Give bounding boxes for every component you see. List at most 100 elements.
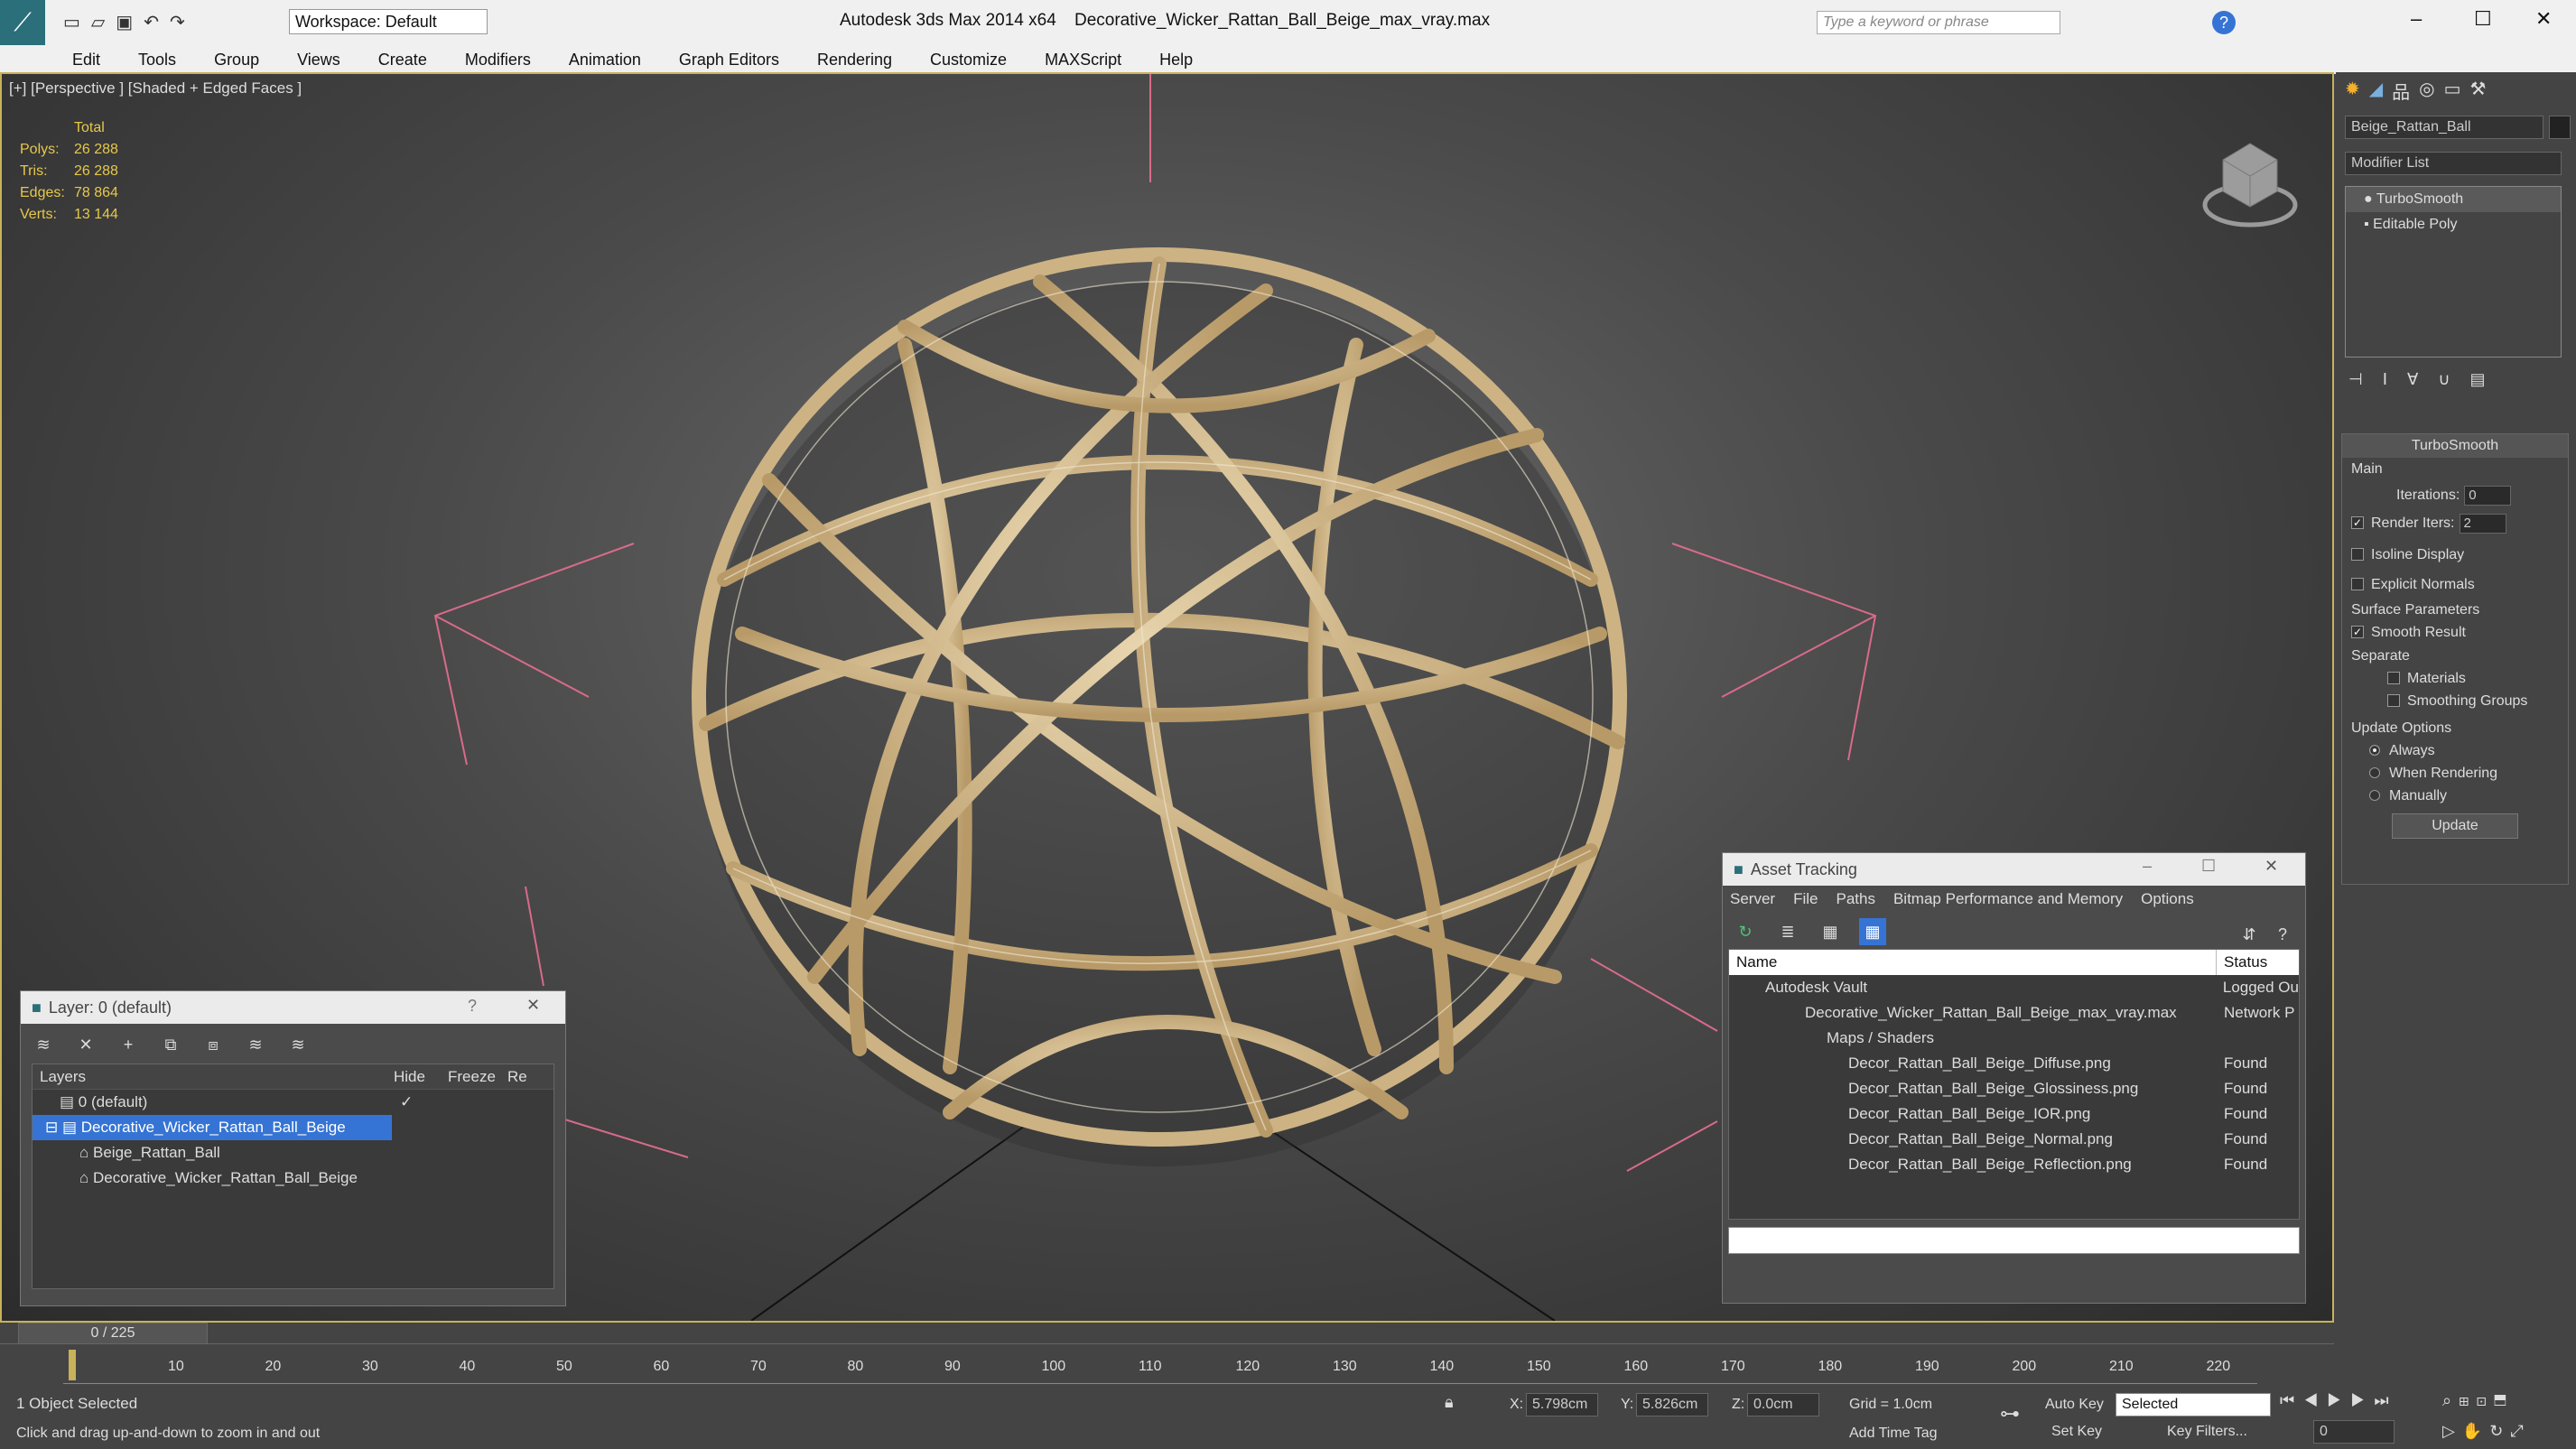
materials-checkbox[interactable] (2387, 672, 2400, 685)
layer-manager-window[interactable]: ■ Layer: 0 (default) ? ✕ ≋ ✕ + ⧉ ⧈ ≋ ≋ L… (20, 990, 566, 1306)
freeze-all-icon[interactable]: ≋ (284, 1031, 312, 1058)
menu-modifiers[interactable]: Modifiers (465, 51, 531, 70)
asset-row[interactable]: Decor_Rattan_Ball_Beige_Diffuse.png Found (1729, 1051, 2299, 1076)
asset-row[interactable]: Decor_Rattan_Ball_Beige_Glossiness.png Fo… (1729, 1076, 2299, 1101)
asset-row[interactable]: Decor_Rattan_Ball_Beige_Normal.png Found (1729, 1127, 2299, 1152)
help-icon[interactable]: ? (468, 997, 477, 1016)
refresh-icon[interactable]: ↻ (1732, 918, 1759, 945)
select-objects-icon[interactable]: ⧉ (157, 1031, 184, 1058)
asset-row[interactable]: Autodesk Vault Logged Ou (1729, 975, 2299, 1000)
motion-tab-icon[interactable]: ◎ (2419, 78, 2434, 103)
rollout-title[interactable]: TurboSmooth (2342, 434, 2568, 458)
asset-menu-server[interactable]: Server (1730, 890, 1775, 908)
create-tab-icon[interactable]: ✹ (2345, 78, 2360, 103)
display-tab-icon[interactable]: ▭ (2444, 78, 2461, 103)
isoline-checkbox[interactable] (2351, 548, 2364, 562)
iterations-spinner[interactable]: 0 (2464, 486, 2512, 506)
modify-tab-icon[interactable]: ◢ (2369, 78, 2383, 103)
menu-rendering[interactable]: Rendering (817, 51, 892, 70)
key-filters-button[interactable]: Key Filters... (2167, 1424, 2247, 1440)
redo-icon[interactable]: ↷ (170, 13, 196, 33)
menu-help[interactable]: Help (1159, 51, 1193, 70)
hierarchy-tab-icon[interactable]: 品 (2392, 78, 2410, 103)
show-end-result-icon[interactable]: Ⅰ (2383, 370, 2407, 388)
object-name-field[interactable]: Beige_Rattan_Ball (2345, 116, 2543, 139)
zoom-all-icon[interactable]: ⊞ (2459, 1391, 2476, 1409)
make-unique-icon[interactable]: ∀ (2407, 370, 2438, 388)
prev-frame-icon[interactable]: ◀ (2303, 1391, 2327, 1409)
col-layers[interactable]: Layers (33, 1064, 394, 1089)
menu-tools[interactable]: Tools (138, 51, 176, 70)
menu-graph-editors[interactable]: Graph Editors (679, 51, 779, 70)
pan-icon[interactable]: ✋ (2462, 1422, 2489, 1440)
open-icon[interactable]: ▱ (91, 13, 116, 33)
selection-set-dropdown[interactable]: Selected (2116, 1393, 2271, 1416)
maximize-icon[interactable]: ☐ (2474, 7, 2492, 31)
x-coordinate-field[interactable]: 5.798cm (1526, 1393, 1598, 1416)
minimize-icon[interactable]: – (2411, 7, 2422, 31)
manually-radio[interactable] (2369, 790, 2380, 802)
asset-menu-paths[interactable]: Paths (1836, 890, 1874, 908)
layer-row-selected[interactable]: ⊟ ▤ Decorative_Wicker_Rattan_Ball_Beige (33, 1115, 392, 1140)
close-icon[interactable]: ✕ (2264, 857, 2278, 876)
modifier-list-dropdown[interactable]: Modifier List (2345, 152, 2562, 175)
always-radio[interactable] (2369, 745, 2380, 757)
key-icon[interactable]: ⊶ (2000, 1402, 2020, 1426)
set-key-button[interactable]: Set Key (2051, 1424, 2102, 1440)
maximize-viewport-icon[interactable]: ⬒ (2494, 1391, 2514, 1409)
asset-row[interactable]: Decor_Rattan_Ball_Beige_Reflection.png Fo… (1729, 1152, 2299, 1177)
asset-menu-file[interactable]: File (1793, 890, 1818, 908)
menu-group[interactable]: Group (214, 51, 259, 70)
asset-tracking-window[interactable]: ■ Asset Tracking – ☐ ✕ Server File Paths… (1722, 852, 2306, 1304)
zoom-extents-icon[interactable]: ⊡ (2477, 1391, 2494, 1409)
smoothing-groups-checkbox[interactable] (2387, 694, 2400, 708)
zoom-icon[interactable]: ⌕ (2442, 1391, 2459, 1409)
y-coordinate-field[interactable]: 5.826cm (1636, 1393, 1708, 1416)
asset-row[interactable]: Maps / Shaders (1729, 1026, 2299, 1051)
maximize-toggle-icon[interactable]: ⤢ (2510, 1422, 2530, 1440)
col-render[interactable]: Re (507, 1064, 535, 1089)
field-of-view-icon[interactable]: ▷ (2442, 1422, 2462, 1440)
minimize-icon[interactable]: – (2143, 857, 2152, 876)
time-slider[interactable]: 0 / 225 (18, 1323, 208, 1344)
save-icon[interactable]: ▣ (116, 13, 144, 33)
list-view-icon[interactable]: ≣ (1774, 918, 1801, 945)
stack-item-editable-poly[interactable]: ▪ Editable Poly (2346, 212, 2561, 237)
pin-stack-icon[interactable]: ⊣ (2348, 370, 2383, 388)
when-rendering-radio[interactable] (2369, 767, 2380, 779)
menu-views[interactable]: Views (297, 51, 340, 70)
table-view-icon[interactable]: ▦ (1817, 918, 1844, 945)
z-coordinate-field[interactable]: 0.0cm (1747, 1393, 1819, 1416)
update-button[interactable]: Update (2392, 813, 2518, 839)
auto-key-button[interactable]: Auto Key (2045, 1397, 2104, 1413)
perspective-viewport[interactable]: [+] [Perspective ] [Shaded + Edged Faces… (0, 72, 2334, 1323)
col-freeze[interactable]: Freeze (448, 1064, 507, 1089)
highlight-layer-icon[interactable]: ⧈ (200, 1031, 227, 1058)
close-icon[interactable]: ✕ (2535, 7, 2552, 31)
object-row[interactable]: ⌂ Beige_Rattan_Ball (33, 1140, 553, 1166)
help-icon[interactable]: ? (2212, 11, 2236, 34)
utilities-tab-icon[interactable]: ⚒ (2470, 78, 2487, 103)
menu-animation[interactable]: Animation (569, 51, 641, 70)
next-frame-icon[interactable]: ▶ (2350, 1391, 2374, 1409)
menu-edit[interactable]: Edit (72, 51, 100, 70)
asset-window-titlebar[interactable]: ■ Asset Tracking – ☐ ✕ (1723, 853, 2305, 886)
current-frame-marker[interactable] (69, 1350, 76, 1380)
highlight-icon[interactable]: ⇵ (2236, 921, 2263, 948)
close-icon[interactable]: ✕ (526, 996, 540, 1015)
configure-sets-icon[interactable]: ▤ (2470, 370, 2506, 388)
stack-item-turbosmooth[interactable]: ● TurboSmooth (2346, 187, 2561, 212)
smooth-result-checkbox[interactable]: ✓ (2351, 626, 2364, 639)
delete-layer-icon[interactable]: ✕ (72, 1031, 99, 1058)
current-frame-field[interactable]: 0 (2313, 1420, 2395, 1444)
render-iters-checkbox[interactable]: ✓ (2351, 516, 2364, 530)
create-layer-icon[interactable]: ≋ (30, 1031, 57, 1058)
remove-modifier-icon[interactable]: ∪ (2438, 370, 2469, 388)
object-color-swatch[interactable] (2549, 116, 2571, 139)
viewcube[interactable] (2202, 143, 2298, 228)
trackbar[interactable]: 10 20 30 40 50 60 70 80 90 100 110 120 130 140 150 160 1… (63, 1348, 2257, 1384)
grid-view-icon[interactable]: ▦ (1859, 918, 1887, 945)
explicit-normals-checkbox[interactable] (2351, 578, 2364, 591)
hide-all-icon[interactable]: ≋ (242, 1031, 269, 1058)
asset-path-field[interactable] (1728, 1227, 2300, 1254)
